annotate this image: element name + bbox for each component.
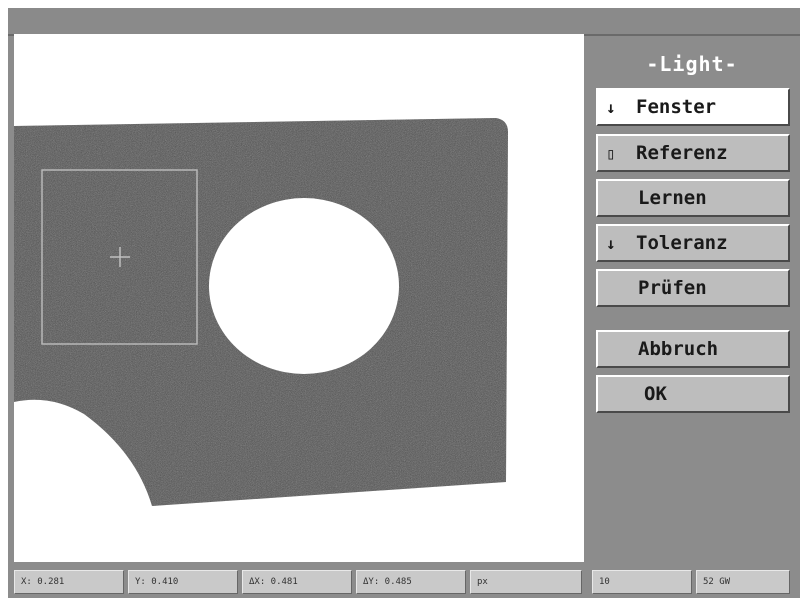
ok-label: OK [644, 383, 667, 405]
fenster-button[interactable]: ↓ Fenster [596, 88, 790, 126]
status-unit: px [470, 570, 582, 594]
toleranz-button[interactable]: ↓ Toleranz [596, 224, 790, 262]
referenz-label: Referenz [636, 142, 728, 164]
down-arrow-icon: ↓ [606, 97, 616, 117]
down-arrow-icon: ↓ [606, 233, 616, 253]
status-x: X: 0.281 [14, 570, 124, 594]
pruefen-label: Prüfen [638, 277, 707, 299]
status-dy: ΔY: 0.485 [356, 570, 466, 594]
title-bar [8, 8, 800, 36]
referenz-button[interactable]: ▯ Referenz [596, 134, 790, 172]
status-dx: ΔX: 0.481 [242, 570, 352, 594]
circular-hole [209, 198, 399, 374]
status-gw: 52 GW [696, 570, 790, 594]
camera-view[interactable] [14, 34, 584, 562]
fenster-label: Fenster [636, 96, 717, 118]
lernen-label: Lernen [638, 187, 707, 209]
abbruch-button[interactable]: Abbruch [596, 330, 790, 368]
status-y: Y: 0.410 [128, 570, 238, 594]
lernen-button[interactable]: Lernen [596, 179, 790, 217]
status-mode: 10 [592, 570, 692, 594]
abbruch-label: Abbruch [638, 338, 719, 360]
toleranz-label: Toleranz [636, 232, 728, 254]
ok-button[interactable]: OK [596, 375, 790, 413]
square-icon: ▯ [606, 143, 616, 163]
part-image [14, 118, 508, 506]
pruefen-button[interactable]: Prüfen [596, 269, 790, 307]
panel-title: -Light- [646, 52, 738, 76]
